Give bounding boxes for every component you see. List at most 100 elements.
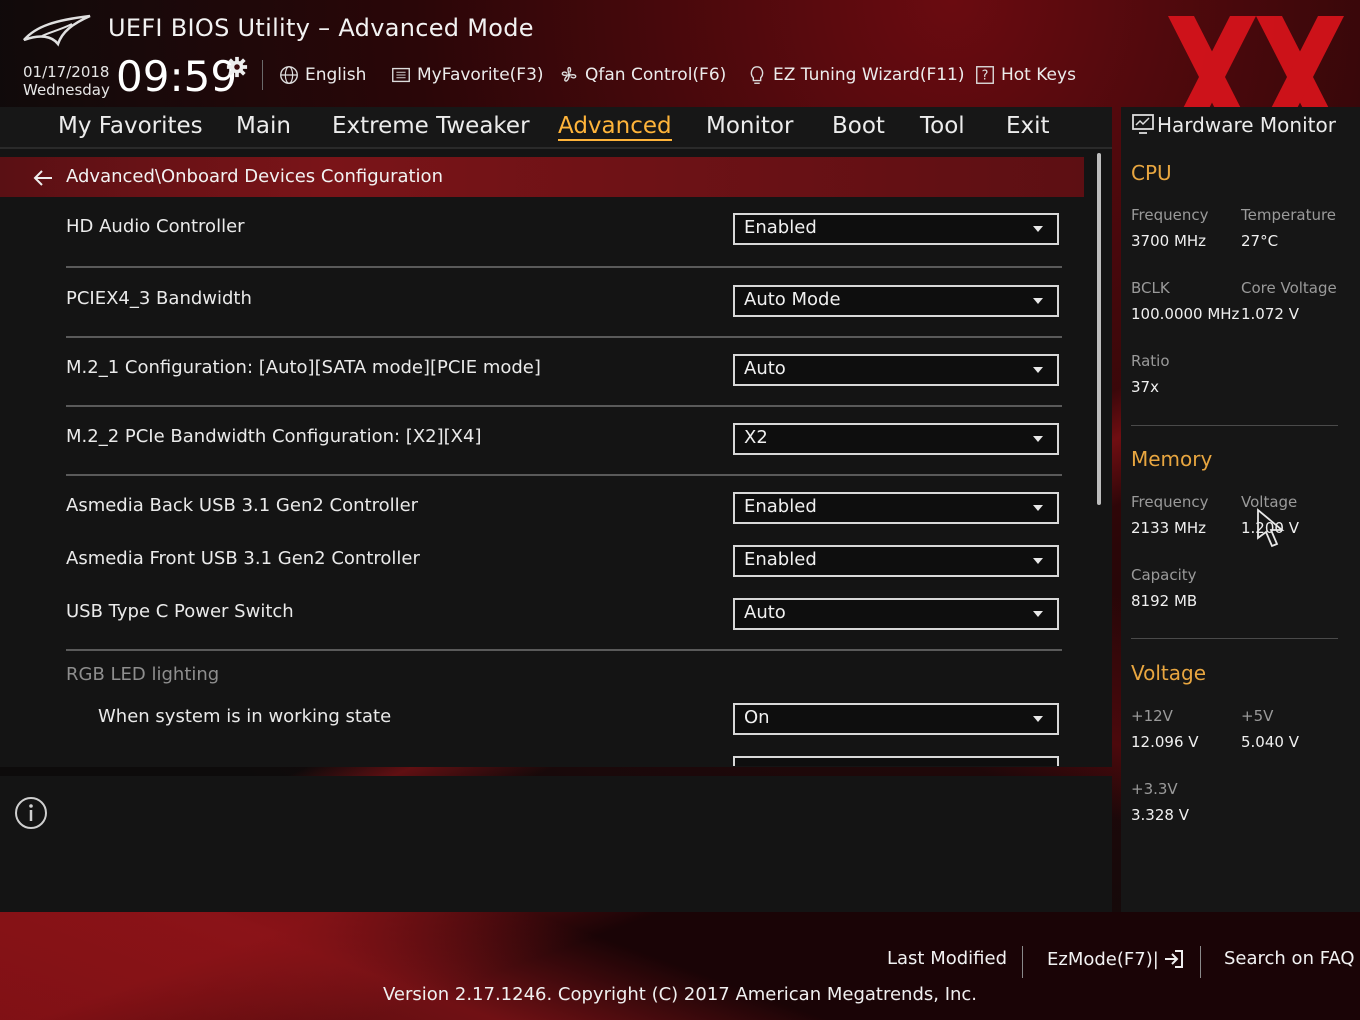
dropdown-value: Enabled <box>744 217 817 238</box>
bclk-label: BCLK <box>1131 279 1170 297</box>
v33-value: 3.328 V <box>1131 806 1189 824</box>
divider <box>1131 638 1338 639</box>
last-modified-button[interactable]: Last Modified <box>887 948 1007 969</box>
pciex4-bandwidth-dropdown[interactable]: Auto Mode <box>733 285 1059 317</box>
memory-frequency-label: Frequency <box>1131 493 1209 511</box>
hot-keys-button[interactable]: ? Hot Keys <box>974 64 1076 86</box>
cpu-frequency-value: 3700 MHz <box>1131 232 1207 250</box>
setting-label: Asmedia Back USB 3.1 Gen2 Controller <box>66 495 419 516</box>
tab-monitor[interactable]: Monitor <box>706 113 793 139</box>
date-display: 01/17/2018 Wednesday <box>23 63 110 99</box>
hardware-monitor-panel: Hardware Monitor CPU Frequency Temperatu… <box>1121 107 1360 912</box>
memory-frequency-value: 2133 MHz <box>1131 519 1207 537</box>
date-text: 01/17/2018 <box>23 63 110 81</box>
setting-label: M.2_1 Configuration: [Auto][SATA mode][P… <box>66 357 541 378</box>
breadcrumb: Advanced\Onboard Devices Configuration <box>66 166 443 187</box>
divider <box>66 336 1062 338</box>
asmedia-front-usb-dropdown[interactable]: Enabled <box>733 545 1059 577</box>
day-text: Wednesday <box>23 81 110 99</box>
rog-logo-icon <box>23 14 91 47</box>
ezmode-button[interactable]: EzMode(F7)| <box>1047 948 1185 970</box>
hot-keys-label: Hot Keys <box>1001 65 1076 85</box>
dropdown-arrow-icon <box>1033 611 1043 617</box>
main-tab-bar: My Favorites Main Extreme Tweaker Advanc… <box>0 107 1112 149</box>
usb-type-c-power-dropdown[interactable]: Auto <box>733 598 1059 630</box>
scrollbar[interactable] <box>1097 153 1101 505</box>
footer-separator <box>1200 946 1201 978</box>
language-button[interactable]: English <box>278 64 366 86</box>
mouse-cursor-icon <box>1257 508 1285 548</box>
ez-tuning-label: EZ Tuning Wizard(F11) <box>773 65 965 85</box>
divider <box>66 266 1062 268</box>
divider <box>66 474 1062 476</box>
ez-tuning-wizard-button[interactable]: EZ Tuning Wizard(F11) <box>746 64 965 86</box>
question-icon: ? <box>976 66 994 84</box>
dropdown-value: X2 <box>744 427 768 448</box>
myfavorite-button[interactable]: MyFavorite(F3) <box>390 64 544 86</box>
ratio-label: Ratio <box>1131 352 1170 370</box>
capacity-label: Capacity <box>1131 566 1197 584</box>
bclk-value: 100.0000 MHz <box>1131 305 1240 323</box>
tab-advanced[interactable]: Advanced <box>558 113 672 141</box>
tab-main[interactable]: Main <box>236 113 291 139</box>
header: UEFI BIOS Utility – Advanced Mode 01/17/… <box>0 0 1360 138</box>
info-panel <box>0 776 1112 912</box>
lightbulb-icon <box>750 66 764 84</box>
setting-label: M.2_2 PCIe Bandwidth Configuration: [X2]… <box>66 426 482 447</box>
voltage-section-title: Voltage <box>1131 661 1207 685</box>
v5-value: 5.040 V <box>1241 733 1299 751</box>
hd-audio-controller-dropdown[interactable]: Enabled <box>733 213 1059 245</box>
ratio-value: 37x <box>1131 378 1159 396</box>
footer-separator <box>1022 946 1023 978</box>
qfan-control-button[interactable]: Qfan Control(F6) <box>558 64 726 86</box>
hardware-monitor-title: Hardware Monitor <box>1157 113 1336 137</box>
cpu-temperature-value: 27°C <box>1241 232 1279 250</box>
rgb-working-state-dropdown[interactable]: On <box>733 703 1059 735</box>
gear-icon[interactable] <box>226 56 248 78</box>
info-icon <box>15 797 47 829</box>
setting-label: When system is in working state <box>98 706 392 727</box>
m2-2-bandwidth-dropdown[interactable]: X2 <box>733 423 1059 455</box>
v5-label: +5V <box>1241 707 1274 725</box>
version-text: Version 2.17.1246. Copyright (C) 2017 Am… <box>382 984 978 1005</box>
partial-dropdown[interactable] <box>733 756 1059 766</box>
divider <box>66 405 1062 407</box>
asmedia-back-usb-dropdown[interactable]: Enabled <box>733 492 1059 524</box>
tab-extreme-tweaker[interactable]: Extreme Tweaker <box>332 113 530 139</box>
dropdown-value: Auto <box>744 602 786 623</box>
ezmode-label: EzMode(F7)| <box>1047 948 1159 970</box>
v12-label: +12V <box>1131 707 1173 725</box>
qfan-label: Qfan Control(F6) <box>585 65 727 85</box>
fan-icon <box>561 66 577 82</box>
memory-section-title: Memory <box>1131 447 1213 471</box>
tab-exit[interactable]: Exit <box>1006 113 1050 139</box>
tab-boot[interactable]: Boot <box>832 113 885 139</box>
cpu-temperature-label: Temperature <box>1241 206 1337 224</box>
dropdown-arrow-icon <box>1033 505 1043 511</box>
favorite-list-icon <box>392 67 410 83</box>
cpu-frequency-label: Frequency <box>1131 206 1209 224</box>
svg-text:?: ? <box>982 69 989 84</box>
setting-label: PCIEX4_3 Bandwidth <box>66 288 252 309</box>
setting-label: Asmedia Front USB 3.1 Gen2 Controller <box>66 548 420 569</box>
back-arrow-icon[interactable] <box>32 167 54 189</box>
core-voltage-label: Core Voltage <box>1241 279 1337 297</box>
rgb-section-label: RGB LED lighting <box>66 664 220 685</box>
dropdown-value: Enabled <box>744 549 817 570</box>
breadcrumb-bar: Advanced\Onboard Devices Configuration <box>0 157 1084 197</box>
header-separator <box>262 60 263 90</box>
dropdown-value: Enabled <box>744 496 817 517</box>
core-voltage-value: 1.072 V <box>1241 305 1299 323</box>
myfavorite-label: MyFavorite(F3) <box>417 65 544 85</box>
tab-my-favorites[interactable]: My Favorites <box>58 113 203 139</box>
exit-arrow-icon <box>1164 950 1183 968</box>
tab-tool[interactable]: Tool <box>920 113 965 139</box>
search-faq-button[interactable]: Search on FAQ <box>1224 948 1355 969</box>
v12-value: 12.096 V <box>1131 733 1199 751</box>
dropdown-arrow-icon <box>1033 558 1043 564</box>
divider <box>1131 425 1338 426</box>
capacity-value: 8192 MB <box>1131 592 1198 610</box>
dropdown-arrow-icon <box>1033 367 1043 373</box>
language-label: English <box>305 65 367 85</box>
m2-1-configuration-dropdown[interactable]: Auto <box>733 354 1059 386</box>
